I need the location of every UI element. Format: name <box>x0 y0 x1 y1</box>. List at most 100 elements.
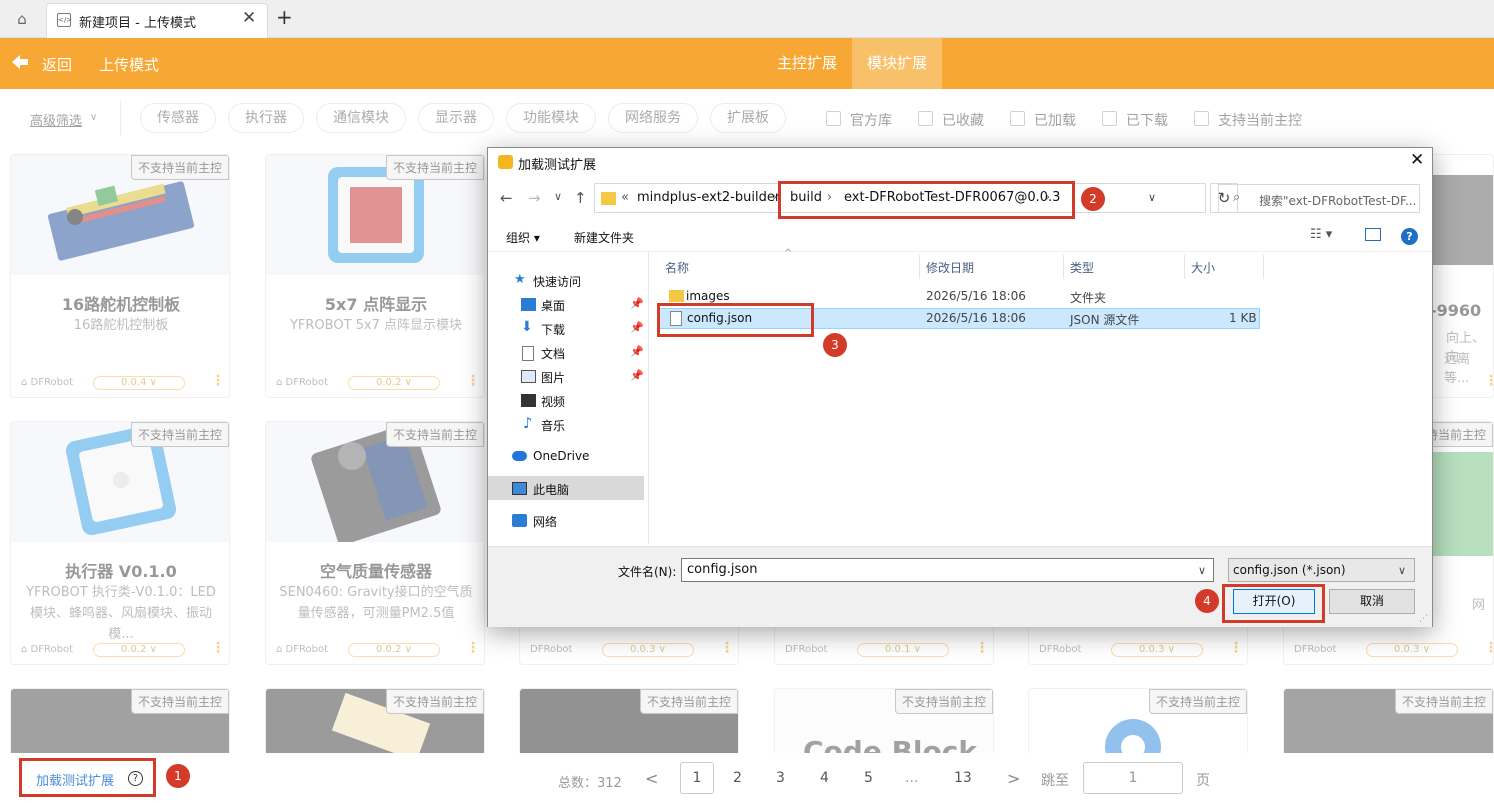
new-tab-button[interactable]: + <box>276 5 293 29</box>
close-icon[interactable]: ✕ <box>1410 150 1424 170</box>
filename-value: config.json <box>687 562 758 577</box>
nav-pictures[interactable]: 图片 <box>541 369 565 386</box>
cancel-button[interactable]: 取消 <box>1329 589 1415 614</box>
jump-label: 跳至 <box>1041 773 1069 789</box>
chevron-down-icon[interactable]: ∨ <box>1198 560 1206 582</box>
column-header-modified[interactable]: 修改日期 <box>926 259 974 276</box>
next-page-button[interactable]: > <box>1007 769 1020 788</box>
annotation-box <box>778 181 1075 219</box>
recent-locations-icon[interactable]: ∨ <box>554 190 562 203</box>
file-modified: 2026/5/16 18:06 <box>926 311 1026 325</box>
column-header-size[interactable]: 大小 <box>1191 259 1215 276</box>
project-tab[interactable]: </> 新建项目 - 上传模式 ✕ <box>46 3 268 38</box>
annotation-number: 1 <box>166 764 190 788</box>
prev-page-button[interactable]: < <box>645 769 658 788</box>
annotation-number: 4 <box>1195 589 1219 613</box>
resize-grip-icon[interactable]: ⋰ <box>1419 614 1428 624</box>
total-count: 总数：312 <box>558 776 622 791</box>
nav-downloads[interactable]: 下载 <box>541 321 565 338</box>
app-icon <box>498 155 513 169</box>
page-ellipsis[interactable]: ... <box>905 770 918 786</box>
network-icon <box>512 514 527 527</box>
page-1-button[interactable]: 1 <box>680 762 714 794</box>
nav-music[interactable]: 音乐 <box>541 417 565 434</box>
pin-icon: 📌 <box>630 345 644 358</box>
page-4-button[interactable]: 4 <box>820 770 829 786</box>
annotation-box <box>1222 584 1325 623</box>
app-header: 返回 上传模式 主控扩展 模块扩展 <box>0 38 1494 89</box>
tab-module-ext[interactable]: 模块扩展 <box>852 38 942 89</box>
page-unit-label: 页 <box>1196 773 1210 789</box>
onedrive-icon <box>512 451 527 461</box>
back-icon[interactable]: ← <box>500 189 513 207</box>
tab-close-icon[interactable]: ✕ <box>242 8 256 28</box>
page-3-button[interactable]: 3 <box>776 770 785 786</box>
new-folder-button[interactable]: 新建文件夹 <box>574 229 634 246</box>
nav-network[interactable]: 网络 <box>533 513 557 530</box>
page-5-button[interactable]: 5 <box>864 770 873 786</box>
nav-pane-divider <box>648 252 649 544</box>
folder-icon <box>669 290 684 302</box>
file-size: 1 KB <box>1229 311 1257 325</box>
column-header-type[interactable]: 类型 <box>1070 259 1094 276</box>
pin-icon: 📌 <box>630 321 644 334</box>
annotation-box <box>657 303 814 337</box>
nav-videos[interactable]: 视频 <box>541 393 565 410</box>
filetype-select[interactable]: config.json (*.json) ∨ <box>1228 558 1415 582</box>
filename-input[interactable]: config.json ∨ <box>681 558 1214 582</box>
bottom-bar <box>0 753 1494 804</box>
forward-icon[interactable]: → <box>528 189 541 207</box>
code-file-icon: </> <box>57 13 72 27</box>
videos-icon <box>521 394 536 407</box>
breadcrumb-separator: › <box>772 190 778 205</box>
up-folder-icon[interactable]: ↑ <box>574 189 587 207</box>
computer-icon <box>512 482 527 495</box>
column-divider <box>919 255 920 279</box>
filename-label: 文件名(N): <box>618 565 677 579</box>
nav-documents[interactable]: 文档 <box>541 345 565 362</box>
search-input[interactable]: ⌕ 搜索"ext-DFRobotTest-DF... <box>1218 184 1420 213</box>
address-history-chevron-icon[interactable]: ∨ <box>1148 191 1156 204</box>
file-type: 文件夹 <box>1070 291 1107 305</box>
help-icon[interactable]: ? <box>1401 228 1418 245</box>
dialog-title: 加载测试扩展 <box>518 158 597 173</box>
preview-pane-icon[interactable] <box>1365 228 1381 241</box>
download-icon: ⬇ <box>521 319 533 335</box>
file-modified: 2026/5/16 18:06 <box>926 289 1026 303</box>
breadcrumb-overflow[interactable]: « <box>621 190 629 205</box>
back-arrow-icon[interactable] <box>10 52 30 72</box>
pin-icon: 📌 <box>630 297 644 310</box>
pin-icon: 📌 <box>630 369 644 382</box>
back-button[interactable]: 返回 <box>42 54 72 75</box>
annotation-number: 3 <box>823 333 847 357</box>
search-icon: ⌕ <box>1233 190 1241 205</box>
folder-icon <box>601 192 616 205</box>
file-type: JSON 源文件 <box>1070 313 1140 327</box>
annotation-number: 2 <box>1081 187 1105 211</box>
nav-this-pc[interactable]: 此电脑 <box>533 481 569 498</box>
nav-onedrive[interactable]: OneDrive <box>533 449 589 463</box>
home-icon[interactable]: ⌂ <box>8 6 36 32</box>
column-header-name[interactable]: 名称 <box>665 259 689 276</box>
sort-ascending-icon: ^ <box>784 248 793 259</box>
star-icon: ★ <box>514 272 526 287</box>
file-name: images <box>686 289 730 303</box>
nav-desktop[interactable]: 桌面 <box>541 297 565 314</box>
column-divider <box>1184 255 1185 279</box>
view-options-icon[interactable]: ☷ ▾ <box>1310 227 1332 242</box>
chevron-down-icon: ∨ <box>1398 564 1407 577</box>
page-13-button[interactable]: 13 <box>954 770 972 786</box>
column-divider <box>1263 255 1264 279</box>
page-2-button[interactable]: 2 <box>733 770 742 786</box>
breadcrumb-root[interactable]: mindplus-ext2-builder <box>637 190 780 205</box>
nav-quick-access[interactable]: 快速访问 <box>533 273 581 290</box>
upload-mode-label: 上传模式 <box>99 56 160 74</box>
page-jump-input[interactable]: 1 <box>1083 762 1183 794</box>
tab-main-controller-ext[interactable]: 主控扩展 <box>762 38 852 89</box>
music-icon: ♪ <box>523 414 533 432</box>
annotation-box <box>19 758 156 797</box>
pictures-icon <box>521 370 536 383</box>
documents-icon <box>522 346 534 361</box>
organize-menu[interactable]: 组织 ▾ <box>506 229 540 246</box>
column-divider <box>1063 255 1064 279</box>
